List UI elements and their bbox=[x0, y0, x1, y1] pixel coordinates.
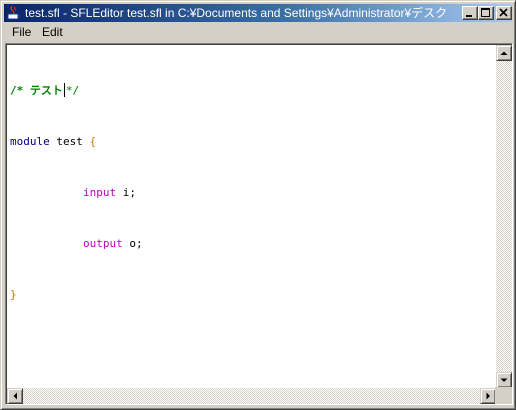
arrow-down-icon bbox=[500, 378, 508, 382]
arrow-up-icon bbox=[500, 51, 508, 55]
scroll-right-button[interactable] bbox=[480, 388, 496, 404]
window-title: test.sfl - SFLEditor test.sfl in C:¥Docu… bbox=[25, 6, 450, 20]
arrow-right-icon bbox=[486, 392, 490, 400]
input-keyword: input bbox=[83, 186, 117, 199]
module-name: test bbox=[56, 135, 83, 148]
scrollbar-corner bbox=[495, 387, 512, 404]
close-brace: } bbox=[10, 288, 17, 301]
horizontal-scrollbar[interactable] bbox=[7, 388, 496, 404]
scroll-down-button[interactable] bbox=[496, 372, 512, 388]
menu-edit[interactable]: Edit bbox=[36, 23, 69, 41]
scroll-up-button[interactable] bbox=[496, 45, 512, 61]
scroll-left-button[interactable] bbox=[7, 388, 23, 404]
code-line-4: output o; bbox=[10, 235, 490, 252]
input-name: i; bbox=[122, 186, 136, 199]
vertical-scrollbar[interactable] bbox=[496, 45, 512, 388]
close-button[interactable] bbox=[496, 6, 512, 20]
text-editor[interactable]: /* テスト */ module test { input i; output o… bbox=[5, 43, 513, 405]
minimize-icon bbox=[466, 15, 472, 17]
close-icon bbox=[499, 8, 508, 17]
code-area[interactable]: /* テスト */ module test { input i; output o… bbox=[10, 48, 490, 386]
arrow-left-icon bbox=[13, 392, 17, 400]
comment-end: */ bbox=[65, 84, 80, 97]
code-line-1: /* テスト */ bbox=[10, 82, 490, 99]
editor-window: test.sfl - SFLEditor test.sfl in C:¥Docu… bbox=[0, 0, 516, 410]
output-name: o; bbox=[129, 237, 143, 250]
text-caret bbox=[63, 83, 65, 97]
comment-start: /* テスト bbox=[10, 84, 63, 97]
title-bar[interactable]: test.sfl - SFLEditor test.sfl in C:¥Docu… bbox=[4, 4, 512, 22]
module-keyword: module bbox=[10, 135, 50, 148]
open-brace: { bbox=[89, 135, 97, 148]
minimize-button[interactable] bbox=[462, 6, 478, 20]
menu-file[interactable]: File bbox=[6, 23, 37, 41]
menu-bar: File Edit bbox=[4, 23, 512, 41]
output-keyword: output bbox=[83, 237, 123, 250]
maximize-icon bbox=[481, 8, 490, 17]
code-line-2: module test { bbox=[10, 133, 490, 150]
maximize-button[interactable] bbox=[478, 6, 494, 20]
code-line-5: } bbox=[10, 286, 490, 303]
java-app-icon[interactable] bbox=[6, 5, 22, 21]
code-line-3: input i; bbox=[10, 184, 490, 201]
editor-viewport[interactable]: /* テスト */ module test { input i; output o… bbox=[6, 44, 512, 404]
